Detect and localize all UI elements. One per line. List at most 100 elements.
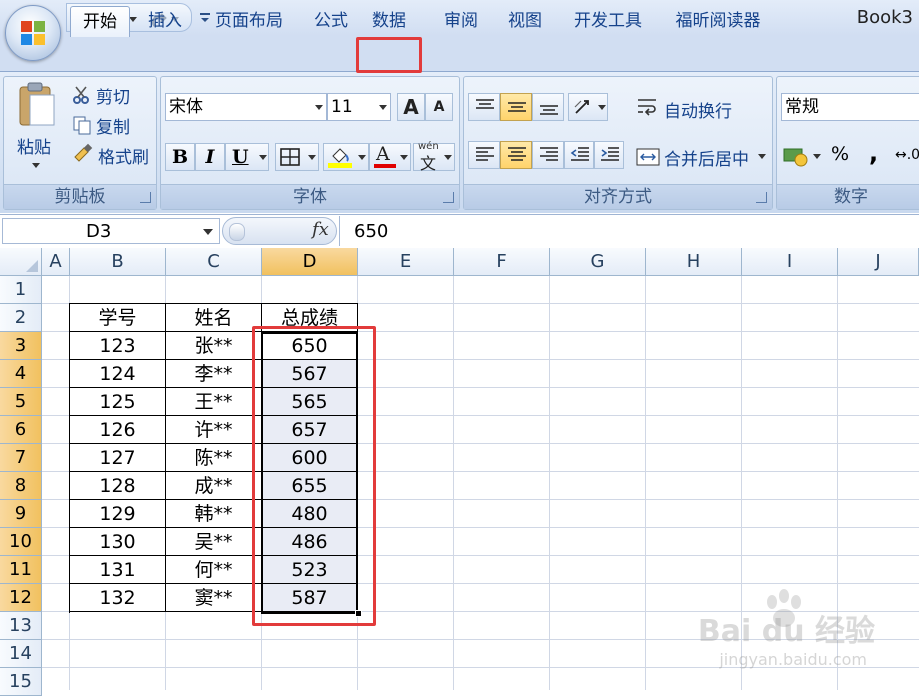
table-cell-name[interactable]: 陈**: [166, 444, 262, 472]
tab-foxit-reader[interactable]: 福昕阅读器: [665, 6, 771, 36]
table-cell-name[interactable]: 李**: [166, 360, 262, 388]
number-format-combo[interactable]: 常规: [781, 93, 919, 121]
row-header-13[interactable]: 13: [0, 612, 42, 640]
table-cell-id[interactable]: 128: [70, 472, 166, 500]
row-header-2[interactable]: 2: [0, 304, 42, 332]
row-header-7[interactable]: 7: [0, 444, 42, 472]
column-header-b[interactable]: B: [70, 248, 166, 276]
column-header-a[interactable]: A: [42, 248, 70, 276]
column-header-h[interactable]: H: [646, 248, 742, 276]
table-cell-id[interactable]: 126: [70, 416, 166, 444]
font-launcher-icon[interactable]: [443, 192, 454, 203]
column-header-c[interactable]: C: [166, 248, 262, 276]
row-header-1[interactable]: 1: [0, 276, 42, 304]
table-cell-name[interactable]: 何**: [166, 556, 262, 584]
paste-button[interactable]: 粘贴: [17, 133, 51, 158]
cut-button[interactable]: 剪切: [96, 83, 130, 108]
table-cell-id[interactable]: 124: [70, 360, 166, 388]
table-cell-id[interactable]: 125: [70, 388, 166, 416]
paste-dropdown-icon[interactable]: [32, 163, 40, 168]
grow-font-button[interactable]: A: [397, 93, 425, 121]
tab-data[interactable]: 数据: [362, 6, 416, 36]
align-center-button[interactable]: [500, 141, 532, 169]
tab-insert[interactable]: 插入: [140, 6, 190, 36]
row-header-9[interactable]: 9: [0, 500, 42, 528]
column-header-i[interactable]: I: [742, 248, 838, 276]
undo-dropdown-icon[interactable]: [129, 17, 137, 22]
align-top-button[interactable]: [468, 93, 500, 121]
column-header-j[interactable]: J: [838, 248, 919, 276]
increase-indent-button[interactable]: [594, 141, 624, 169]
wrap-text-button[interactable]: 自动换行: [664, 97, 732, 122]
align-right-button[interactable]: [532, 141, 564, 169]
row-header-6[interactable]: 6: [0, 416, 42, 444]
percent-style-button[interactable]: %: [831, 143, 849, 165]
bold-button[interactable]: B: [165, 143, 195, 171]
table-cell-name[interactable]: 吴**: [166, 528, 262, 556]
phonetic-button[interactable]: wén 文: [413, 141, 455, 173]
clipboard-launcher-icon[interactable]: [140, 192, 151, 203]
column-header-f[interactable]: F: [454, 248, 550, 276]
row-header-4[interactable]: 4: [0, 360, 42, 388]
table-header-name[interactable]: 姓名: [166, 304, 262, 332]
tab-home[interactable]: 开始: [70, 6, 130, 37]
insert-function-button[interactable]: fx: [312, 219, 329, 240]
merge-center-dropdown-icon[interactable]: [758, 154, 766, 159]
row-header-10[interactable]: 10: [0, 528, 42, 556]
increase-decimal-button[interactable]: ↔.0: [895, 147, 919, 163]
italic-button[interactable]: I: [195, 143, 225, 171]
table-cell-id[interactable]: 130: [70, 528, 166, 556]
tab-formulas[interactable]: 公式: [306, 6, 356, 36]
name-box-dropdown-icon[interactable]: [203, 229, 213, 235]
row-header-11[interactable]: 11: [0, 556, 42, 584]
fill-color-dropdown-icon[interactable]: [358, 155, 366, 160]
column-header-d[interactable]: D: [262, 248, 358, 276]
align-bottom-button[interactable]: [532, 93, 564, 121]
tab-review[interactable]: 审阅: [436, 6, 486, 36]
column-header-g[interactable]: G: [550, 248, 646, 276]
borders-button[interactable]: [275, 143, 319, 171]
align-left-button[interactable]: [468, 141, 500, 169]
font-color-button[interactable]: A: [369, 143, 411, 171]
alignment-launcher-icon[interactable]: [756, 192, 767, 203]
office-button[interactable]: [5, 5, 61, 61]
table-cell-name[interactable]: 王**: [166, 388, 262, 416]
tab-developer[interactable]: 开发工具: [565, 6, 651, 36]
table-header-student-id[interactable]: 学号: [70, 304, 166, 332]
row-header-3[interactable]: 3: [0, 332, 42, 360]
underline-dropdown-icon[interactable]: [259, 155, 267, 160]
row-header-14[interactable]: 14: [0, 640, 42, 668]
table-cell-id[interactable]: 132: [70, 584, 166, 612]
orientation-button[interactable]: [568, 93, 608, 121]
phonetic-dropdown-icon[interactable]: [444, 155, 452, 160]
font-color-dropdown-icon[interactable]: [400, 155, 408, 160]
accounting-dropdown-icon[interactable]: [813, 154, 821, 159]
decrease-indent-button[interactable]: [564, 141, 594, 169]
formula-input[interactable]: 650: [354, 221, 388, 242]
table-cell-name[interactable]: 韩**: [166, 500, 262, 528]
table-cell-name[interactable]: 成**: [166, 472, 262, 500]
table-cell-id[interactable]: 123: [70, 332, 166, 360]
accounting-format-icon[interactable]: [783, 145, 809, 167]
table-cell-id[interactable]: 131: [70, 556, 166, 584]
borders-dropdown-icon[interactable]: [308, 155, 316, 160]
tab-page-layout[interactable]: 页面布局: [206, 6, 292, 36]
align-middle-button[interactable]: [500, 93, 532, 121]
merge-center-button[interactable]: 合并后居中: [664, 145, 749, 170]
formula-bar-expand-handle[interactable]: [229, 223, 245, 241]
select-all-corner[interactable]: [0, 248, 42, 276]
table-cell-id[interactable]: 127: [70, 444, 166, 472]
font-name-combo[interactable]: 宋体: [165, 93, 327, 121]
row-header-5[interactable]: 5: [0, 388, 42, 416]
font-name-dropdown-icon[interactable]: [315, 105, 323, 110]
table-cell-name[interactable]: 张**: [166, 332, 262, 360]
shrink-font-button[interactable]: A: [425, 93, 453, 121]
column-header-e[interactable]: E: [358, 248, 454, 276]
comma-style-button[interactable]: ,: [869, 139, 878, 167]
row-header-8[interactable]: 8: [0, 472, 42, 500]
tab-view[interactable]: 视图: [500, 6, 550, 36]
font-size-dropdown-icon[interactable]: [379, 105, 387, 110]
paste-icon[interactable]: [16, 81, 56, 129]
format-painter-button[interactable]: 格式刷: [98, 143, 149, 168]
row-header-12[interactable]: 12: [0, 584, 42, 612]
